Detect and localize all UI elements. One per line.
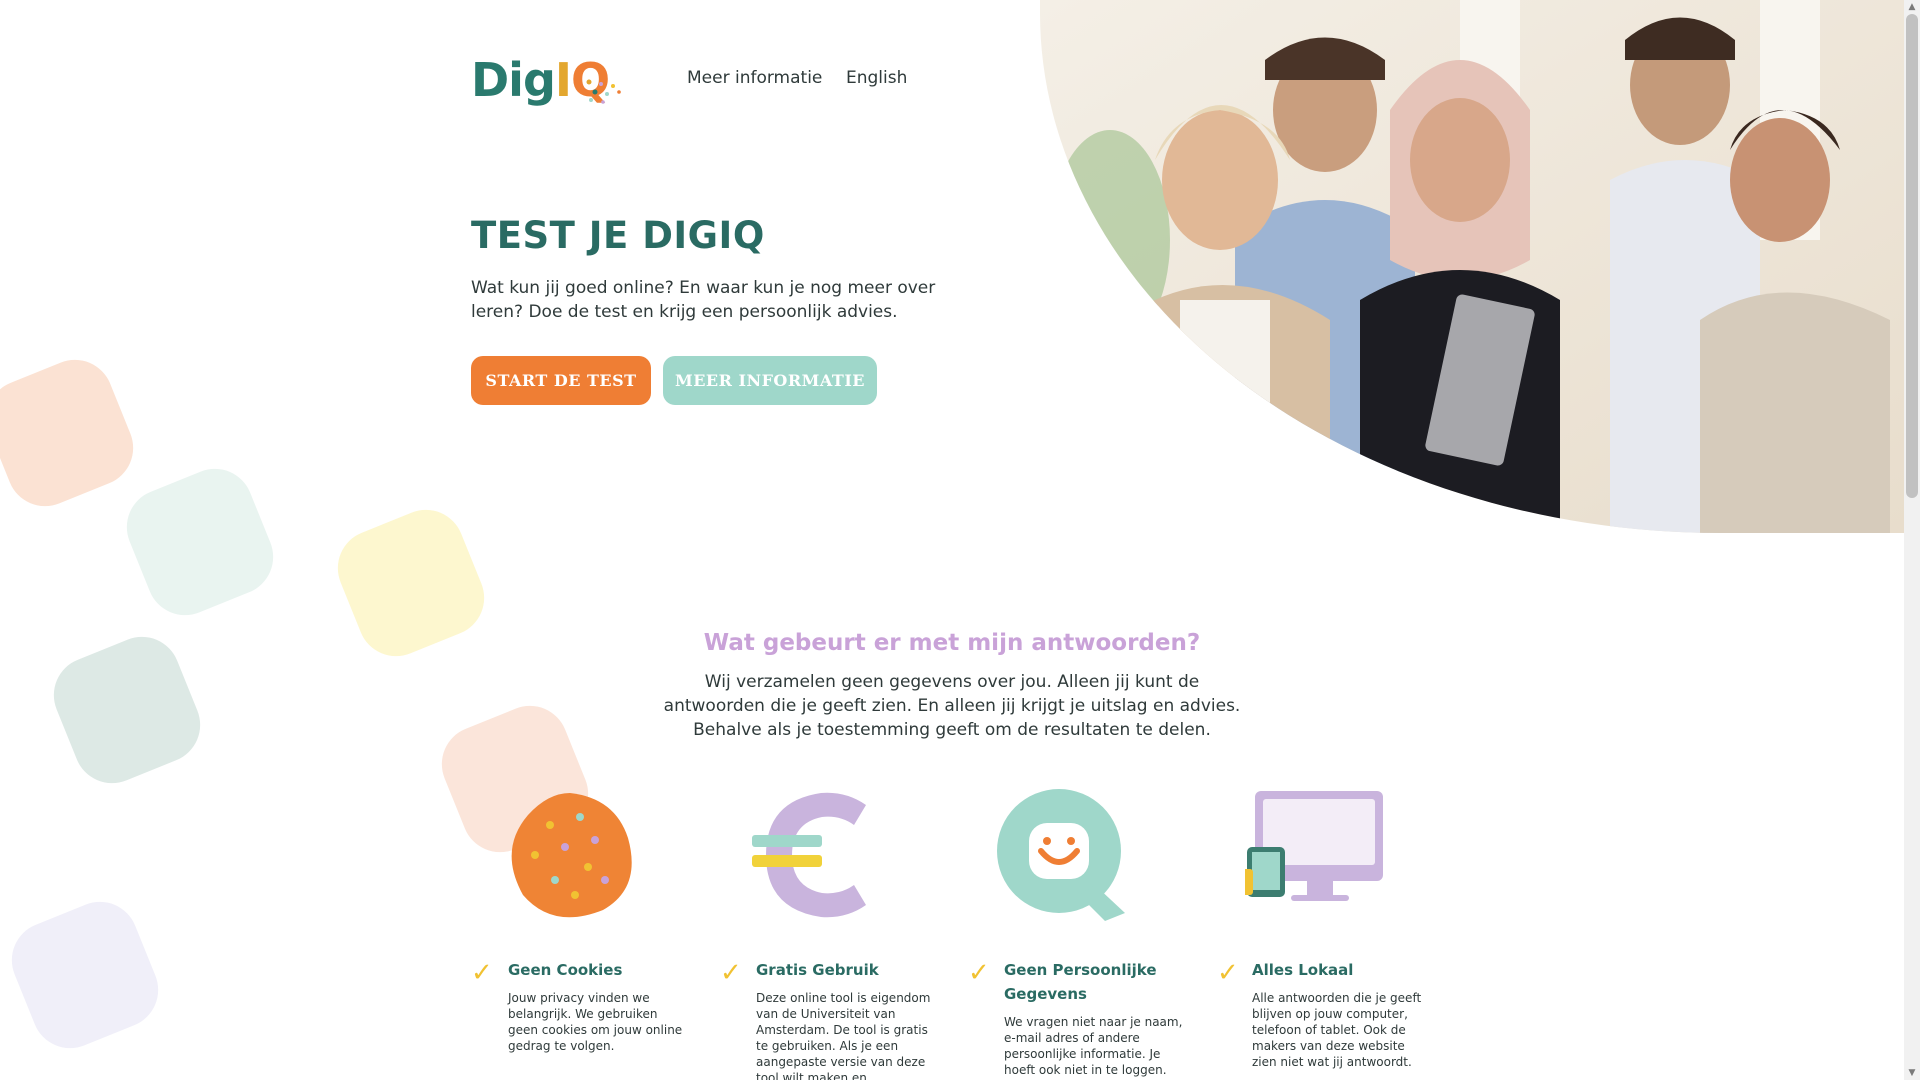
feature-title: Geen Cookies [508, 961, 623, 979]
hero-photo [1040, 0, 1904, 533]
digiq-logo[interactable]: DigIQ [471, 52, 635, 108]
feature-text: Alle antwoorden die je geeft blijven op … [1252, 991, 1422, 1069]
page-scrollbar[interactable]: ▲ ▼ [1904, 0, 1920, 1080]
hero-title: TEST JE DIGIQ [471, 214, 765, 257]
scroll-thumb[interactable] [1906, 14, 1918, 498]
check-icon: ✓ [968, 958, 990, 988]
logo-dots-icon [578, 79, 621, 104]
nav-meer-informatie[interactable]: Meer informatie [687, 68, 822, 88]
feature-title: Alles Lokaal [1252, 961, 1354, 979]
more-info-button[interactable]: MEER INFORMATIE [663, 356, 877, 405]
decorative-blob [115, 457, 285, 627]
feature-title: Geen Persoonlijke Gegevens [1004, 961, 1157, 1003]
nav-english[interactable]: English [846, 68, 907, 88]
decorative-blob [0, 348, 145, 518]
group-photo-illustration [1040, 0, 1904, 533]
scroll-down-icon[interactable]: ▼ [1907, 1068, 1917, 1078]
smiley-q-icon [997, 789, 1125, 921]
hero-text: Wat kun jij goed online? En waar kun je … [471, 278, 936, 322]
cookie-icon [511, 793, 632, 918]
privacy-section-text: Wij verzamelen geen gegevens over jou. A… [663, 672, 1241, 740]
feature-text: Deze online tool is eigendom van de Univ… [756, 991, 931, 1080]
euro-icon [752, 792, 866, 918]
check-icon: ✓ [720, 958, 742, 988]
feature-text: Jouw privacy vinden we belangrijk. We ge… [508, 991, 683, 1053]
start-test-button[interactable]: START DE TEST [471, 356, 651, 405]
feature-text: We vragen niet naar je naam, e-mail adre… [1004, 1015, 1183, 1077]
scroll-up-icon[interactable]: ▲ [1907, 2, 1917, 12]
decorative-blob [0, 890, 170, 1060]
check-icon: ✓ [471, 958, 493, 988]
feature-title: Gratis Gebruik [756, 961, 879, 979]
privacy-section-title: Wat gebeurt er met mijn antwoorden? [703, 630, 1201, 656]
check-icon: ✓ [1217, 958, 1239, 988]
devices-icon [1245, 791, 1383, 901]
